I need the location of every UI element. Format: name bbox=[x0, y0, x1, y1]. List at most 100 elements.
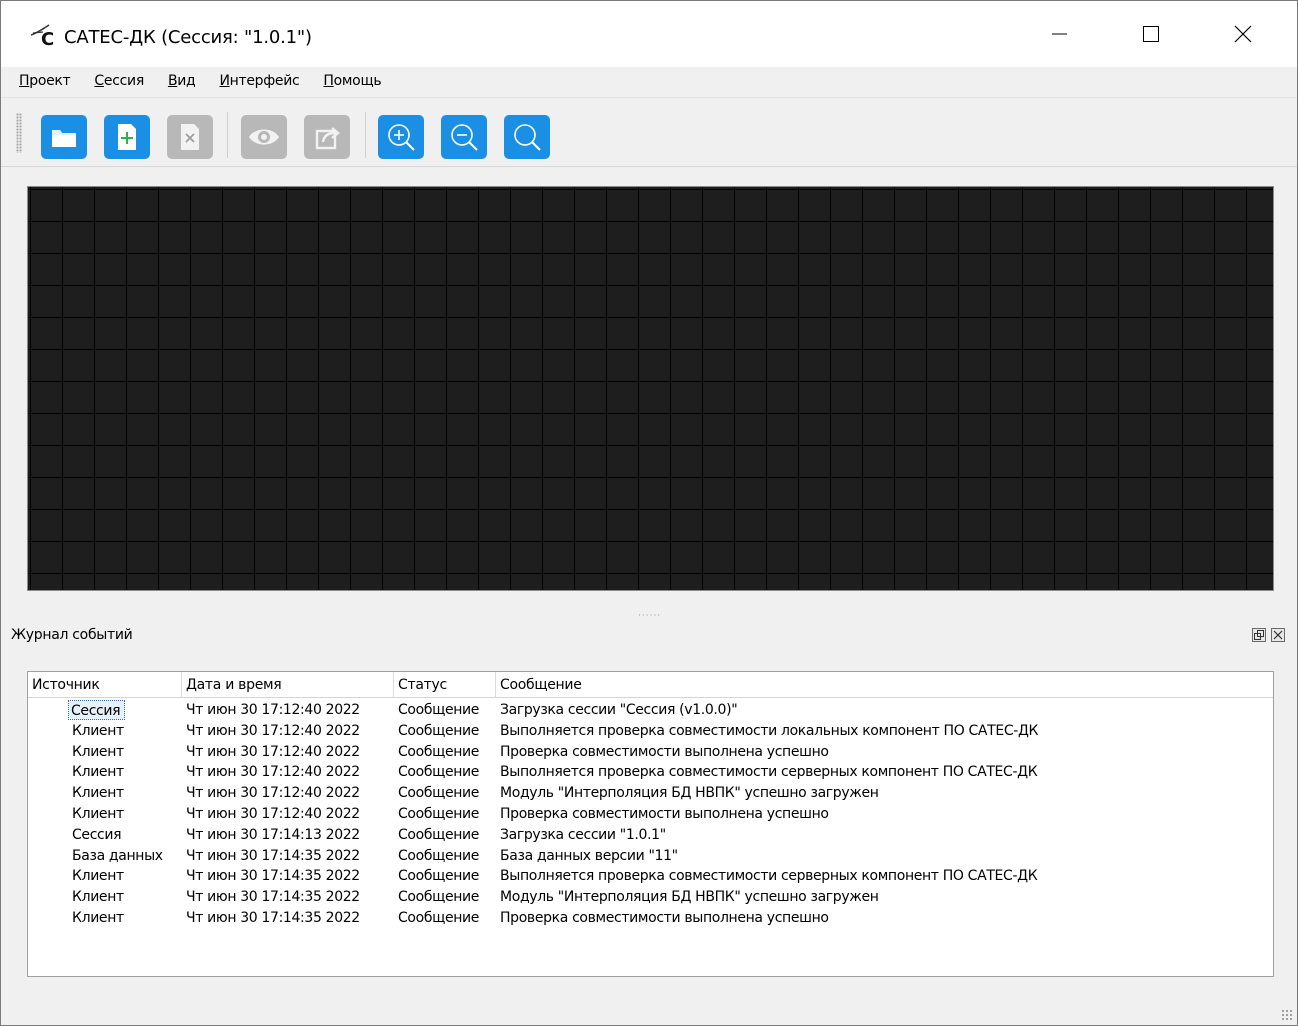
close-project-button[interactable] bbox=[167, 115, 213, 159]
column-header-source[interactable]: Источник bbox=[28, 672, 182, 698]
cell-message: База данных версии "11" bbox=[500, 847, 678, 864]
main-window: C САТЕС-ДК (Сессия: "1.0.1") Проект Сесс… bbox=[0, 0, 1298, 1026]
cell-status: Сообщение bbox=[398, 702, 480, 718]
toolbar-grip[interactable] bbox=[16, 113, 22, 153]
cell-status: Сообщение bbox=[398, 785, 480, 802]
cell-status: Сообщение bbox=[398, 722, 480, 739]
close-icon bbox=[1234, 25, 1252, 43]
cell-message: Загрузка сессии "1.0.1" bbox=[500, 826, 666, 843]
dock-float-button[interactable] bbox=[1252, 628, 1266, 642]
table-row[interactable]: Клиент Чт июн 30 17:12:40 2022 Сообщение Мо… bbox=[28, 783, 1273, 804]
cell-status: Сообщение bbox=[398, 764, 480, 781]
cell-status: Сообщение bbox=[398, 805, 480, 822]
table-row[interactable]: Клиент Чт июн 30 17:12:40 2022 Сообщение Вы… bbox=[28, 762, 1273, 783]
menu-session[interactable]: Сессия bbox=[94, 73, 144, 89]
menu-project[interactable]: Проект bbox=[19, 73, 71, 89]
splitter-handle[interactable]: ······ bbox=[638, 611, 661, 621]
cell-datetime: Чт июн 30 17:14:35 2022 bbox=[186, 868, 360, 885]
workspace-grid bbox=[28, 187, 1273, 590]
minimize-icon bbox=[1052, 33, 1067, 35]
column-header-status[interactable]: Статус bbox=[394, 672, 496, 698]
cell-source: Клиент bbox=[72, 785, 124, 802]
cell-source: База данных bbox=[72, 847, 163, 864]
cell-datetime: Чт июн 30 17:14:35 2022 bbox=[186, 909, 360, 926]
cell-source: Клиент bbox=[72, 805, 124, 822]
cell-status: Сообщение bbox=[398, 847, 480, 864]
cell-datetime: Чт июн 30 17:12:40 2022 bbox=[186, 764, 360, 781]
cell-datetime: Чт июн 30 17:12:40 2022 bbox=[186, 702, 360, 718]
menu-interface[interactable]: Интерфейс bbox=[219, 73, 299, 89]
cell-datetime: Чт июн 30 17:12:40 2022 bbox=[186, 722, 360, 739]
new-document-icon bbox=[118, 124, 136, 150]
view-button[interactable] bbox=[241, 115, 287, 159]
table-row[interactable]: Сессия Чт июн 30 17:12:40 2022 Сообщение За… bbox=[28, 700, 1273, 721]
table-row[interactable]: Сессия Чт июн 30 17:14:13 2022 Сообщение За… bbox=[28, 825, 1273, 846]
toolbar-separator bbox=[365, 112, 366, 158]
cell-source: Клиент bbox=[72, 722, 124, 739]
zoom-out-icon bbox=[451, 124, 478, 151]
column-header-datetime[interactable]: Дата и время bbox=[182, 672, 394, 698]
table-row[interactable]: Клиент Чт июн 30 17:12:40 2022 Сообщение Вы… bbox=[28, 721, 1273, 742]
close-icon bbox=[1273, 630, 1283, 640]
zoom-in-icon bbox=[388, 124, 415, 151]
menu-help[interactable]: Помощь bbox=[323, 73, 381, 89]
menu-session-label: Сессия bbox=[94, 73, 144, 89]
cell-source: Клиент bbox=[72, 764, 124, 781]
cell-status: Сообщение bbox=[398, 826, 480, 843]
table-row[interactable]: Клиент Чт июн 30 17:14:35 2022 Сообщение Мо… bbox=[28, 887, 1273, 908]
svg-text:C: C bbox=[41, 29, 54, 47]
zoom-fit-icon bbox=[514, 124, 541, 151]
menu-help-label: Помощь bbox=[323, 73, 382, 89]
zoom-fit-button[interactable] bbox=[504, 115, 550, 159]
cell-status: Сообщение bbox=[398, 743, 480, 760]
app-logo-icon: C bbox=[30, 24, 54, 47]
cell-message: Загрузка сессии "Сессия (v1.0.0)" bbox=[500, 702, 738, 718]
cell-status: Сообщение bbox=[398, 889, 480, 906]
cell-datetime: Чт июн 30 17:12:40 2022 bbox=[186, 785, 360, 802]
zoom-out-button[interactable] bbox=[441, 115, 487, 159]
eye-icon bbox=[249, 129, 279, 145]
cell-source: Клиент bbox=[72, 868, 124, 885]
table-row[interactable]: Клиент Чт июн 30 17:12:40 2022 Сообщение Пр… bbox=[28, 804, 1273, 825]
dock-close-button[interactable] bbox=[1271, 628, 1285, 642]
column-header-message[interactable]: Сообщение bbox=[496, 672, 1272, 698]
export-button[interactable] bbox=[304, 115, 350, 159]
cell-message: Выполняется проверка совместимости серве… bbox=[500, 868, 1038, 885]
new-project-button[interactable] bbox=[104, 115, 150, 159]
cell-message: Проверка совместимости выполнена успешно bbox=[500, 743, 829, 760]
workspace-canvas[interactable] bbox=[27, 186, 1274, 591]
cell-datetime: Чт июн 30 17:12:40 2022 bbox=[186, 805, 360, 822]
table-row[interactable]: База данных Чт июн 30 17:14:35 2022 Сообще… bbox=[28, 846, 1273, 867]
table-body: Сессия Чт июн 30 17:12:40 2022 Сообщение За… bbox=[28, 700, 1273, 929]
cell-datetime: Чт июн 30 17:14:13 2022 bbox=[186, 826, 360, 843]
table-row[interactable]: Клиент Чт июн 30 17:14:35 2022 Сообщение Пр… bbox=[28, 908, 1273, 929]
table-header: Источник Дата и время Статус Сообщение bbox=[28, 672, 1273, 698]
event-log-table[interactable]: Источник Дата и время Статус Сообщение С… bbox=[27, 671, 1274, 977]
cell-message: Проверка совместимости выполнена успешно bbox=[500, 909, 829, 926]
cell-message: Выполняется проверка совместимости локал… bbox=[500, 722, 1039, 739]
title-bar[interactable]: C САТЕС-ДК (Сессия: "1.0.1") bbox=[1, 1, 1297, 67]
window-resize-grip[interactable] bbox=[1281, 1009, 1293, 1021]
cell-source: Клиент bbox=[72, 743, 124, 760]
cell-message: Модуль "Интерполяция БД НВПК" успешно за… bbox=[500, 889, 879, 906]
maximize-icon bbox=[1143, 26, 1159, 42]
cell-status: Сообщение bbox=[398, 868, 480, 885]
toolbar-separator bbox=[227, 112, 228, 158]
close-button[interactable] bbox=[1197, 1, 1289, 67]
cell-source: Клиент bbox=[72, 889, 124, 906]
event-log-title: Журнал событий bbox=[11, 627, 133, 643]
table-row[interactable]: Клиент Чт июн 30 17:12:40 2022 Сообщение Пр… bbox=[28, 742, 1273, 763]
menu-bar: Проект Сессия Вид Интерфейс Помощь bbox=[1, 67, 1297, 95]
minimize-button[interactable] bbox=[1013, 1, 1105, 67]
menu-view[interactable]: Вид bbox=[168, 73, 196, 89]
menu-interface-label: Интерфейс bbox=[219, 73, 300, 89]
maximize-button[interactable] bbox=[1105, 1, 1197, 67]
menu-view-label: Вид bbox=[167, 73, 196, 89]
cell-datetime: Чт июн 30 17:14:35 2022 bbox=[186, 847, 360, 864]
table-row[interactable]: Клиент Чт июн 30 17:14:35 2022 Сообщение Вы… bbox=[28, 866, 1273, 887]
cell-source: Сессия bbox=[72, 826, 122, 843]
zoom-in-button[interactable] bbox=[378, 115, 424, 159]
open-project-button[interactable] bbox=[41, 115, 87, 159]
menu-project-label: Проект bbox=[19, 73, 71, 89]
float-icon bbox=[1254, 630, 1264, 640]
